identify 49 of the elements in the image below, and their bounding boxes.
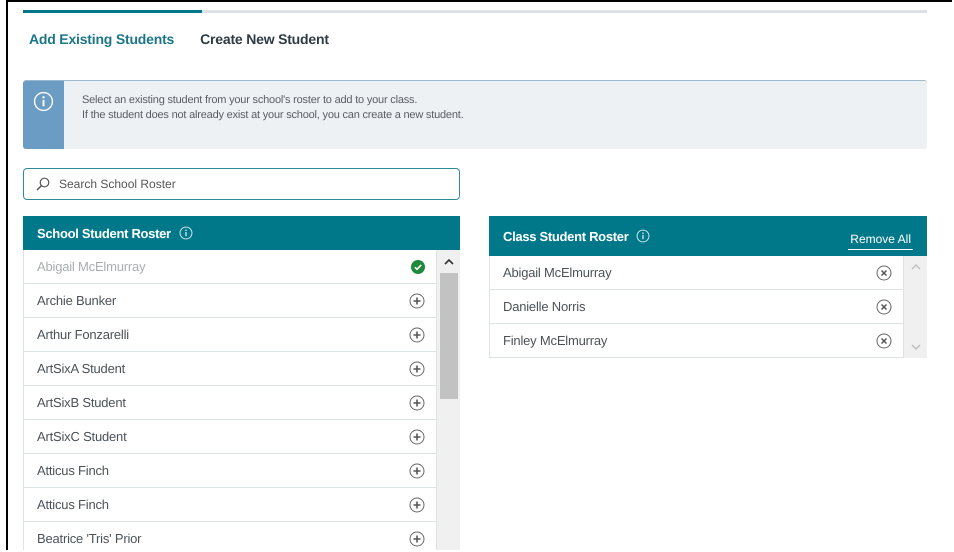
- roster-row[interactable]: Archie Bunker: [23, 284, 437, 318]
- info-icon: [33, 91, 54, 112]
- roster-row[interactable]: Finley McElmurray: [489, 324, 904, 358]
- scrollbar[interactable]: [437, 250, 460, 550]
- add-icon[interactable]: [409, 394, 425, 410]
- student-name: Finley McElmurray: [503, 333, 608, 348]
- student-name: ArtSixC Student: [37, 429, 126, 444]
- info-icon: [636, 229, 650, 243]
- add-icon[interactable]: [409, 360, 425, 376]
- roster-row[interactable]: ArtSixC Student: [23, 420, 437, 454]
- search-icon: [36, 177, 50, 191]
- student-name: ArtSixA Student: [37, 361, 126, 376]
- check-icon: [411, 260, 425, 274]
- student-name: Arthur Fonzarelli: [37, 327, 129, 342]
- roster-row[interactable]: Beatrice 'Tris' Prior: [23, 522, 437, 550]
- remove-icon[interactable]: [876, 298, 892, 314]
- add-icon[interactable]: [409, 326, 425, 342]
- student-name: Abigail McElmurray: [37, 259, 146, 274]
- add-icon[interactable]: [409, 292, 425, 308]
- roster-row[interactable]: ArtSixB Student: [23, 386, 437, 420]
- remove-icon[interactable]: [876, 264, 892, 280]
- remove-all-link[interactable]: Remove All: [848, 230, 913, 250]
- student-name: ArtSixB Student: [37, 395, 126, 410]
- roster-row[interactable]: Atticus Finch: [23, 454, 437, 488]
- add-icon[interactable]: [409, 530, 425, 546]
- remove-icon[interactable]: [876, 332, 892, 348]
- tab[interactable]: Create New Student: [200, 29, 329, 49]
- scroll-up-icon[interactable]: [442, 257, 454, 267]
- info-icon: [178, 226, 193, 240]
- info-text: Select an existing student from your school's roster to add to your class.: [82, 94, 418, 106]
- add-icon[interactable]: [409, 462, 425, 478]
- student-name: Atticus Finch: [37, 497, 109, 512]
- roster-row[interactable]: Atticus Finch: [23, 488, 437, 522]
- roster-title: Class Student Roster: [503, 228, 628, 244]
- search-field[interactable]: Search School Roster: [23, 168, 460, 200]
- add-icon[interactable]: [409, 428, 425, 444]
- student-name: Beatrice 'Tris' Prior: [37, 531, 142, 546]
- info-text: If the student does not already exist at your school, you can create a new student.: [82, 109, 464, 121]
- roster-title: School Student Roster: [37, 226, 171, 240]
- student-name: Danielle Norris: [503, 299, 586, 314]
- student-name: Atticus Finch: [37, 463, 109, 478]
- roster-row[interactable]: Danielle Norris: [489, 290, 904, 324]
- add-icon[interactable]: [409, 496, 425, 512]
- student-name: Abigail McElmurray: [503, 265, 612, 280]
- roster-row[interactable]: ArtSixA Student: [23, 352, 437, 386]
- roster-row[interactable]: Abigail McElmurray: [489, 256, 904, 290]
- tab[interactable]: Add Existing Students: [29, 29, 174, 49]
- student-name: Archie Bunker: [37, 293, 116, 308]
- roster-row[interactable]: Arthur Fonzarelli: [23, 318, 437, 352]
